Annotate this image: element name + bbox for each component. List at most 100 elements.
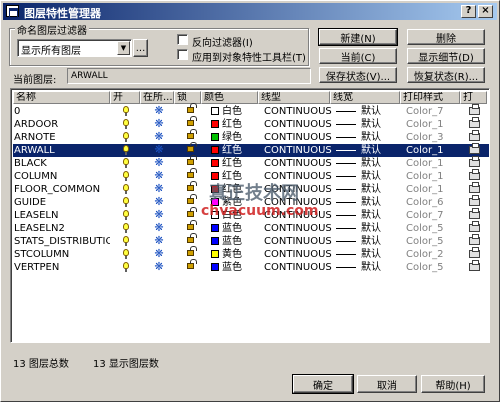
table-row[interactable]: COLUMN ❋ 红色 CONTINUOUS 默认 Color_1 [13,168,489,183]
column-header-lineweight[interactable]: 线宽 [330,91,400,104]
lightbulb-on-icon[interactable] [123,197,129,207]
lightbulb-on-icon[interactable] [123,184,129,194]
unlock-icon[interactable] [187,207,197,217]
lightbulb-on-icon[interactable] [123,236,129,246]
lineweight-value[interactable]: 默认 [361,118,381,131]
delete-layer-button[interactable]: 删除 [407,29,485,45]
thaw-sun-icon[interactable]: ❋ [153,235,165,247]
new-layer-button[interactable]: 新建(N) [318,28,398,46]
color-swatch[interactable] [211,211,219,219]
color-swatch[interactable] [211,250,219,258]
printer-icon[interactable] [469,195,480,206]
table-row[interactable]: VERTPEN ❋ 蓝色 CONTINUOUS 默认 Color_5 [13,259,489,274]
column-header-on[interactable]: 开 [110,91,140,104]
lightbulb-on-icon[interactable] [123,119,129,129]
printer-icon[interactable] [469,143,480,154]
layer-list[interactable]: 名称 开 在所... 锁 颜色 线型 线宽 打印样式 打 0 ❋ 白色 CONTINU… [10,88,490,343]
lineweight-value[interactable]: 默认 [361,183,381,196]
column-header-linetype[interactable]: 线型 [258,91,330,104]
printer-icon[interactable] [469,104,480,115]
unlock-icon[interactable] [187,168,197,178]
table-row[interactable]: 0 ❋ 白色 CONTINUOUS 默认 Color_7 [13,103,489,118]
unlock-icon[interactable] [187,220,197,230]
lightbulb-on-icon[interactable] [123,132,129,142]
title-bar[interactable]: 图层特性管理器 ? × [3,3,497,20]
apply-toolbar-checkbox[interactable] [177,49,188,60]
lineweight-value[interactable]: 默认 [361,196,381,209]
linetype-value[interactable]: CONTINUOUS [264,105,332,118]
printer-icon[interactable] [469,221,480,232]
unlock-icon[interactable] [187,246,197,256]
linetype-value[interactable]: CONTINUOUS [264,222,332,235]
linetype-value[interactable]: CONTINUOUS [264,170,332,183]
lightbulb-on-icon[interactable] [123,106,129,116]
printer-icon[interactable] [469,117,480,128]
lineweight-value[interactable]: 默认 [361,105,381,118]
thaw-sun-icon[interactable]: ❋ [153,157,165,169]
lineweight-value[interactable]: 默认 [361,248,381,261]
table-row[interactable]: ARWALL ❋ 红色 CONTINUOUS 默认 Color_1 [13,142,489,157]
thaw-sun-icon[interactable]: ❋ [153,222,165,234]
column-header-lock[interactable]: 锁 [174,91,201,104]
ok-button[interactable]: 确定 [292,374,354,394]
lightbulb-on-icon[interactable] [123,158,129,168]
unlock-icon[interactable] [187,155,197,165]
help-title-button[interactable]: ? [461,5,476,18]
thaw-sun-icon[interactable]: ❋ [153,183,165,195]
lightbulb-on-icon[interactable] [123,223,129,233]
color-swatch[interactable] [211,159,219,167]
cancel-button[interactable]: 取消 [357,375,417,393]
table-row[interactable]: LEASELN2 ❋ 蓝色 CONTINUOUS 默认 Color_5 [13,220,489,235]
printer-icon[interactable] [469,260,480,271]
chevron-down-icon[interactable]: ▼ [117,41,130,55]
lineweight-value[interactable]: 默认 [361,170,381,183]
printer-icon[interactable] [469,130,480,141]
close-button[interactable]: × [478,5,493,18]
table-row[interactable]: FLOOR_COMMON ❋ 红色 CONTINUOUS 默认 Color_1 [13,181,489,196]
filter-select[interactable]: 显示所有图层 ▼ [17,39,132,57]
thaw-sun-icon[interactable]: ❋ [153,248,165,260]
printer-icon[interactable] [469,208,480,219]
thaw-sun-icon[interactable]: ❋ [153,170,165,182]
color-swatch[interactable] [211,107,219,115]
table-row[interactable]: STCOLUMN ❋ 黄色 CONTINUOUS 默认 Color_2 [13,246,489,261]
linetype-value[interactable]: CONTINUOUS [264,248,332,261]
color-swatch[interactable] [211,224,219,232]
lightbulb-on-icon[interactable] [123,249,129,259]
column-header-color[interactable]: 颜色 [201,91,258,104]
thaw-sun-icon[interactable]: ❋ [153,105,165,117]
unlock-icon[interactable] [187,103,197,113]
linetype-value[interactable]: CONTINUOUS [264,261,332,274]
invert-filter-checkbox[interactable] [177,34,188,45]
printer-icon[interactable] [469,247,480,258]
lineweight-value[interactable]: 默认 [361,157,381,170]
thaw-sun-icon[interactable]: ❋ [153,131,165,143]
save-state-button[interactable]: 保存状态(V)... [319,67,397,83]
thaw-sun-icon[interactable]: ❋ [153,118,165,130]
set-current-button[interactable]: 当前(C) [319,48,397,64]
color-swatch[interactable] [211,263,219,271]
thaw-sun-icon[interactable]: ❋ [153,209,165,221]
linetype-value[interactable]: CONTINUOUS [264,144,332,157]
column-header-plot[interactable]: 打 [460,91,487,104]
lineweight-value[interactable]: 默认 [361,144,381,157]
color-swatch[interactable] [211,185,219,193]
linetype-value[interactable]: CONTINUOUS [264,196,332,209]
color-swatch[interactable] [211,237,219,245]
table-row[interactable]: ARNOTE ❋ 绿色 CONTINUOUS 默认 Color_3 [13,129,489,144]
linetype-value[interactable]: CONTINUOUS [264,209,332,222]
color-swatch[interactable] [211,120,219,128]
column-header-plotstyle[interactable]: 打印样式 [400,91,460,104]
lightbulb-on-icon[interactable] [123,210,129,220]
color-swatch[interactable] [211,172,219,180]
filter-more-button[interactable]: ... [133,39,148,57]
column-header-freeze[interactable]: 在所... [140,91,174,104]
thaw-sun-icon[interactable]: ❋ [153,144,165,156]
linetype-value[interactable]: CONTINUOUS [264,157,332,170]
help-button[interactable]: 帮助(H) [421,375,485,393]
table-row[interactable]: LEASELN ❋ 白色 CONTINUOUS 默认 Color_7 [13,207,489,222]
unlock-icon[interactable] [187,129,197,139]
unlock-icon[interactable] [187,181,197,191]
lineweight-value[interactable]: 默认 [361,131,381,144]
lineweight-value[interactable]: 默认 [361,261,381,274]
